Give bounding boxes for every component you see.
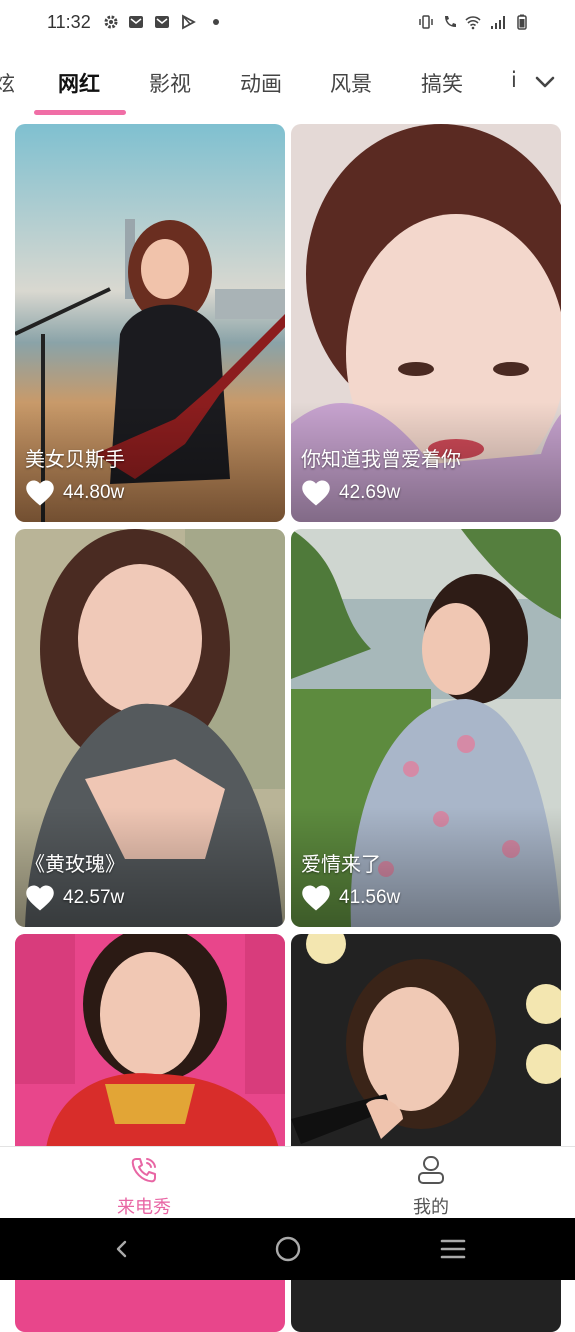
back-icon[interactable] (112, 1239, 132, 1259)
like-count-value: 42.69w (339, 482, 401, 503)
like-count: 42.57w (25, 883, 124, 913)
nav-label-mine: 我的 (413, 1197, 449, 1218)
heart-icon (26, 885, 54, 911)
like-count-value: 42.57w (63, 887, 125, 908)
tab-wanghong[interactable]: 网红 (58, 68, 100, 98)
dot-icon (213, 19, 219, 25)
like-count: 42.69w (301, 478, 400, 508)
home-icon[interactable] (274, 1235, 302, 1263)
video-card[interactable]: 美女贝斯手 44.80w (15, 124, 285, 522)
active-tab-indicator (34, 110, 126, 115)
chevron-down-icon (535, 76, 555, 88)
card-title: 爱情来了 (301, 852, 381, 876)
nav-item-mine[interactable]: 我的 (361, 1147, 501, 1219)
recents-menu-icon[interactable] (440, 1238, 466, 1260)
category-tabs: 炫 网红 影视 动画 风景 搞笑 i (0, 56, 575, 118)
heart-icon (26, 480, 54, 506)
tab-gaoxiao[interactable]: 搞笑 (421, 68, 463, 98)
user-icon (418, 1156, 444, 1184)
vibrate-icon (419, 15, 433, 29)
phone-icon (131, 1158, 156, 1183)
tab-donghua[interactable]: 动画 (240, 68, 282, 98)
card-title: 你知道我曾爱着你 (301, 447, 461, 471)
tab-fengjing[interactable]: 风景 (330, 68, 372, 98)
video-card[interactable]: 爱情来了 41.56w (291, 529, 561, 927)
status-time: 11:32 (47, 12, 91, 32)
nav-label-call-show: 来电秀 (117, 1197, 171, 1218)
wifi-icon (465, 16, 481, 30)
more-tabs-button[interactable] (515, 56, 575, 114)
battery-icon (517, 14, 527, 30)
heart-icon (302, 885, 330, 911)
signal-icon (491, 16, 505, 29)
video-card[interactable]: 你知道我曾爱着你 42.69w (291, 124, 561, 522)
wifi-call-icon (445, 16, 456, 27)
tab-partial-left[interactable]: 炫 (0, 68, 15, 98)
status-bar: 11:32 (0, 0, 575, 46)
system-navigation-bar (0, 1218, 575, 1280)
like-count: 44.80w (25, 478, 124, 508)
bottom-navigation: 来电秀 我的 (0, 1146, 575, 1219)
like-count-value: 41.56w (339, 887, 401, 908)
play-store-icon (182, 14, 196, 30)
like-count-value: 44.80w (63, 482, 125, 503)
mail-icon (129, 16, 143, 28)
settings-icon (104, 15, 118, 29)
nav-item-call-show[interactable]: 来电秀 (74, 1147, 214, 1219)
heart-icon (302, 480, 330, 506)
tab-yingshi[interactable]: 影视 (149, 68, 191, 98)
video-card[interactable]: 《黄玫瑰》 42.57w (15, 529, 285, 927)
card-title: 《黄玫瑰》 (25, 852, 125, 876)
like-count: 41.56w (301, 883, 400, 913)
mail-icon-2 (155, 16, 169, 28)
card-title: 美女贝斯手 (25, 447, 125, 471)
